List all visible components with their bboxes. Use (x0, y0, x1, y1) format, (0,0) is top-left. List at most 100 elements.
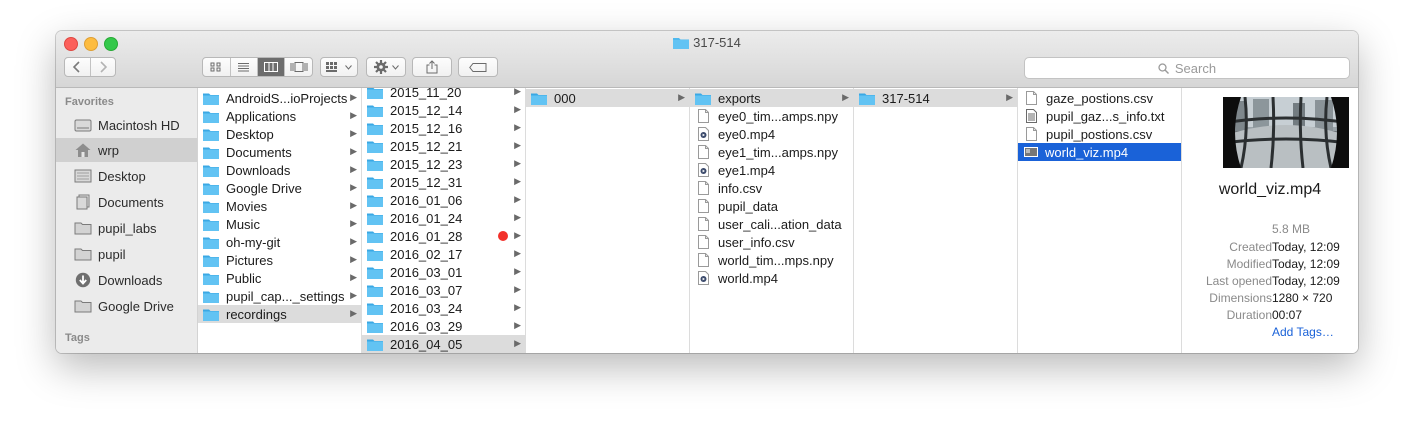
column-item-info-csv[interactable]: info.csv (690, 179, 853, 197)
item-label: exports (718, 90, 761, 106)
sidebar-item-downloads[interactable]: Downloads (56, 268, 197, 292)
item-label: 2016_01_06 (390, 192, 463, 208)
column-item-2016-03-24[interactable]: 2016_03_24 ▶ (362, 299, 525, 317)
column-item-2016-03-07[interactable]: 2016_03_07 ▶ (362, 281, 525, 299)
folder-icon (203, 93, 219, 105)
column-item-pupil-gaz-s-info-txt[interactable]: pupil_gaz...s_info.txt (1018, 107, 1181, 125)
video-file-icon (698, 271, 709, 285)
column-item-000[interactable]: 000 ▶ (526, 89, 689, 107)
column-item-2015-12-31[interactable]: 2015_12_31 ▶ (362, 173, 525, 191)
column-item-pupil-cap-settings[interactable]: pupil_cap..._settings ▶ (198, 287, 361, 305)
column-item-world-tim-mps-npy[interactable]: world_tim...mps.npy (690, 251, 853, 269)
item-label: 2016_03_24 (390, 300, 463, 316)
column-item-oh-my-git[interactable]: oh-my-git ▶ (198, 233, 361, 251)
forward-button[interactable] (91, 58, 116, 76)
column-item-2015-12-14[interactable]: 2015_12_14 ▶ (362, 101, 525, 119)
list-icon (238, 63, 250, 72)
column-item-2016-01-06[interactable]: 2016_01_06 ▶ (362, 191, 525, 209)
search-field[interactable]: Search (1024, 57, 1350, 79)
column-item-pictures[interactable]: Pictures ▶ (198, 251, 361, 269)
icon-view-button[interactable] (203, 58, 231, 76)
column-item-2015-12-16[interactable]: 2015_12_16 ▶ (362, 119, 525, 137)
share-icon (426, 60, 438, 74)
coverflow-icon (290, 62, 308, 72)
disclosure-arrow-icon: ▶ (350, 92, 357, 102)
folder-icon (74, 248, 92, 261)
search-placeholder: Search (1174, 60, 1217, 76)
folder-icon (203, 291, 219, 303)
column-item-public[interactable]: Public ▶ (198, 269, 361, 287)
column-item-desktop[interactable]: Desktop ▶ (198, 125, 361, 143)
column-item-2016-01-28[interactable]: 2016_01_28 ▶ (362, 227, 525, 245)
sidebar-item-wrp[interactable]: wrp (56, 138, 197, 162)
column-item-documents[interactable]: Documents ▶ (198, 143, 361, 161)
sidebar-item-pupil-labs[interactable]: pupil_labs (56, 216, 197, 240)
column-item-eye1-tim-amps-npy[interactable]: eye1_tim...amps.npy (690, 143, 853, 161)
item-label: Google Drive (226, 180, 302, 196)
column-item-exports[interactable]: exports ▶ (690, 89, 853, 107)
tags-button[interactable] (458, 57, 498, 77)
sidebar-item-macintosh-hd[interactable]: Macintosh HD (56, 113, 197, 137)
share-button[interactable] (412, 57, 452, 77)
item-label: eye1.mp4 (718, 162, 776, 178)
disclosure-arrow-icon: ▶ (514, 302, 521, 312)
browser-column-5: 317-514 ▶ (854, 88, 1018, 353)
column-view-button[interactable] (257, 58, 286, 76)
item-label: 2016_03_29 (390, 318, 463, 334)
folder-icon (203, 147, 219, 159)
column-item-music[interactable]: Music ▶ (198, 215, 361, 233)
column-item-2015-12-23[interactable]: 2015_12_23 ▶ (362, 155, 525, 173)
arrange-grid-icon (326, 61, 337, 72)
column-item-2016-01-24[interactable]: 2016_01_24 ▶ (362, 209, 525, 227)
sidebar-item-google-drive[interactable]: Google Drive (56, 294, 197, 318)
column-item-eye0-mp4[interactable]: eye0.mp4 (690, 125, 853, 143)
column-item-2016-02-17[interactable]: 2016_02_17 ▶ (362, 245, 525, 263)
browser-column-2: 2015_11_20 ▶ 2015_12_14 ▶ 2015_12_16 ▶ 2015_12… (362, 88, 526, 353)
columns-icon (263, 62, 278, 72)
coverflow-view-button[interactable] (285, 58, 312, 76)
column-item-world-mp4[interactable]: world.mp4 (690, 269, 853, 287)
chevron-left-icon (73, 61, 80, 73)
column-item-pupil-postions-csv[interactable]: pupil_postions.csv (1018, 125, 1181, 143)
text-file-icon (1026, 109, 1037, 123)
column-item-2016-03-29[interactable]: 2016_03_29 ▶ (362, 317, 525, 335)
column-item-2016-03-01[interactable]: 2016_03_01 ▶ (362, 263, 525, 281)
column-item-applications[interactable]: Applications ▶ (198, 107, 361, 125)
document-icon (698, 253, 709, 267)
column-item-gaze-postions-csv[interactable]: gaze_postions.csv (1018, 89, 1181, 107)
column-item-recordings[interactable]: recordings ▶ (198, 305, 361, 323)
column-item-google-drive[interactable]: Google Drive ▶ (198, 179, 361, 197)
disclosure-arrow-icon: ▶ (514, 266, 521, 276)
column-item-user-info-csv[interactable]: user_info.csv (690, 233, 853, 251)
column-item-downloads[interactable]: Downloads ▶ (198, 161, 361, 179)
column-item-eye1-mp4[interactable]: eye1.mp4 (690, 161, 853, 179)
sidebar-item-documents[interactable]: Documents (56, 190, 197, 214)
column-item-user-cali-ation-data[interactable]: user_cali...ation_data (690, 215, 853, 233)
arrange-button[interactable] (320, 57, 358, 77)
back-button[interactable] (65, 58, 91, 76)
item-label: Movies (226, 198, 268, 214)
folder-icon (859, 93, 875, 105)
sidebar-item-desktop[interactable]: Desktop (56, 164, 197, 188)
item-label: world_tim...mps.npy (718, 252, 834, 268)
sidebar-item-pupil[interactable]: pupil (56, 242, 197, 266)
column-item-androids-ioprojects[interactable]: AndroidS...ioProjects ▶ (198, 89, 361, 107)
column-item-world-viz-mp4[interactable]: world_viz.mp4 (1018, 143, 1181, 161)
list-view-button[interactable] (231, 58, 258, 76)
folder-icon (367, 105, 383, 117)
column-item-pupil-data[interactable]: pupil_data (690, 197, 853, 215)
add-tags-link[interactable]: Add Tags… (1272, 325, 1334, 339)
action-button[interactable] (366, 57, 406, 77)
meta-key-duration: Duration (1226, 308, 1272, 322)
column-item-317-514[interactable]: 317-514 ▶ (854, 89, 1017, 107)
column-item-eye0-tim-amps-npy[interactable]: eye0_tim...amps.npy (690, 107, 853, 125)
folder-icon (367, 177, 383, 189)
column-item-2015-11-20[interactable]: 2015_11_20 ▶ (362, 88, 525, 101)
column-item-2015-12-21[interactable]: 2015_12_21 ▶ (362, 137, 525, 155)
item-label: Downloads (226, 162, 291, 178)
disclosure-arrow-icon: ▶ (514, 248, 521, 258)
column-item-movies[interactable]: Movies ▶ (198, 197, 361, 215)
disclosure-arrow-icon: ▶ (350, 164, 357, 174)
item-label: 2016_01_28 (390, 228, 463, 244)
column-item-2016-04-05[interactable]: 2016_04_05 ▶ (362, 335, 525, 353)
